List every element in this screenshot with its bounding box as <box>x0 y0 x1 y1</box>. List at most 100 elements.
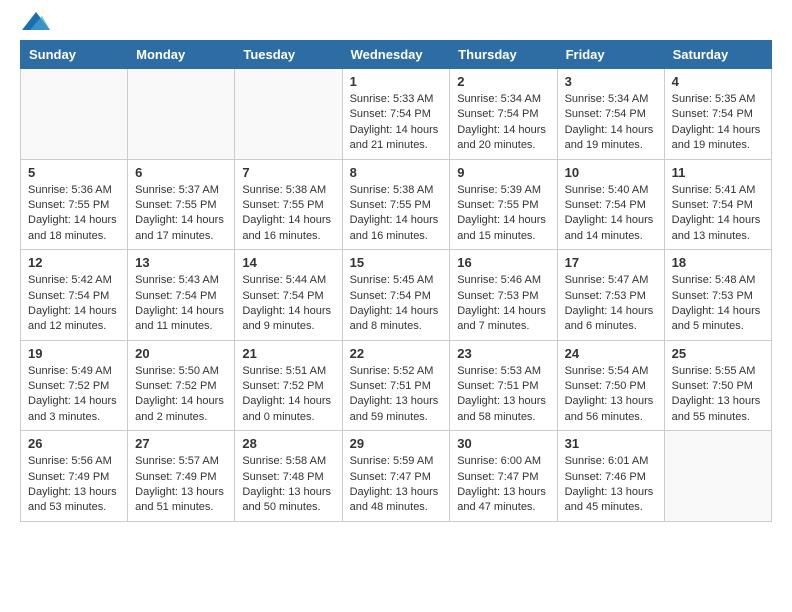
calendar-cell: 3 Sunrise: 5:34 AM Sunset: 7:54 PM Daylig… <box>557 69 664 160</box>
calendar-cell: 9Sunrise: 5:39 AM Sunset: 7:55 PM Daylig… <box>450 159 557 250</box>
calendar-cell: 22 Sunrise: 5:52 AM Sunset: 7:51 PM Dayli… <box>342 340 450 431</box>
day-info: Sunrise: 5:34 AM Sunset: 7:54 PM Dayligh… <box>565 92 657 154</box>
calendar-table: SundayMondayTuesdayWednesdayThursdayFrid… <box>20 40 772 522</box>
day-number: 24 <box>565 346 657 361</box>
day-number: 11 <box>672 165 764 180</box>
calendar-cell: 8 Sunrise: 5:38 AM Sunset: 7:55 PM Daylig… <box>342 159 450 250</box>
page-header <box>20 20 772 30</box>
day-number: 5 <box>28 165 120 180</box>
day-number: 20 <box>135 346 227 361</box>
calendar-cell: 30 Sunrise: 6:00 AM Sunset: 7:47 PM Dayli… <box>450 431 557 522</box>
day-info: Sunrise: 5:53 AM Sunset: 7:51 PM Dayligh… <box>457 364 549 426</box>
week-row-5: 26 Sunrise: 5:56 AM Sunset: 7:49 PM Dayli… <box>21 431 772 522</box>
day-header-wednesday: Wednesday <box>342 41 450 69</box>
day-number: 31 <box>565 436 657 451</box>
calendar-cell: 11 Sunrise: 5:41 AM Sunset: 7:54 PM Dayli… <box>664 159 771 250</box>
calendar-cell: 15 Sunrise: 5:45 AM Sunset: 7:54 PM Dayli… <box>342 250 450 341</box>
day-number: 4 <box>672 74 764 89</box>
calendar-cell: 29 Sunrise: 5:59 AM Sunset: 7:47 PM Dayli… <box>342 431 450 522</box>
calendar-cell: 25Sunrise: 5:55 AM Sunset: 7:50 PM Dayli… <box>664 340 771 431</box>
day-info: Sunrise: 5:41 AM Sunset: 7:54 PM Dayligh… <box>672 183 764 245</box>
day-header-friday: Friday <box>557 41 664 69</box>
calendar-cell: 20 Sunrise: 5:50 AM Sunset: 7:52 PM Dayli… <box>128 340 235 431</box>
day-number: 30 <box>457 436 549 451</box>
calendar-cell: 5Sunrise: 5:36 AM Sunset: 7:55 PM Daylig… <box>21 159 128 250</box>
calendar-cell: 4 Sunrise: 5:35 AM Sunset: 7:54 PM Daylig… <box>664 69 771 160</box>
day-number: 15 <box>350 255 443 270</box>
day-info: Sunrise: 5:38 AM Sunset: 7:55 PM Dayligh… <box>242 183 334 245</box>
day-info: Sunrise: 5:56 AM Sunset: 7:49 PM Dayligh… <box>28 454 120 516</box>
day-number: 18 <box>672 255 764 270</box>
day-info: Sunrise: 6:00 AM Sunset: 7:47 PM Dayligh… <box>457 454 549 516</box>
day-info: Sunrise: 5:59 AM Sunset: 7:47 PM Dayligh… <box>350 454 443 516</box>
day-info: Sunrise: 5:35 AM Sunset: 7:54 PM Dayligh… <box>672 92 764 154</box>
calendar-cell: 14 Sunrise: 5:44 AM Sunset: 7:54 PM Dayli… <box>235 250 342 341</box>
day-number: 2 <box>457 74 549 89</box>
day-info: Sunrise: 5:37 AM Sunset: 7:55 PM Dayligh… <box>135 183 227 245</box>
day-header-thursday: Thursday <box>450 41 557 69</box>
day-number: 7 <box>242 165 334 180</box>
calendar-cell: 2 Sunrise: 5:34 AM Sunset: 7:54 PM Daylig… <box>450 69 557 160</box>
calendar-cell: 19 Sunrise: 5:49 AM Sunset: 7:52 PM Dayli… <box>21 340 128 431</box>
day-number: 16 <box>457 255 549 270</box>
day-number: 8 <box>350 165 443 180</box>
logo-icon <box>22 12 50 30</box>
day-info: Sunrise: 5:42 AM Sunset: 7:54 PM Dayligh… <box>28 273 120 335</box>
day-info: Sunrise: 5:43 AM Sunset: 7:54 PM Dayligh… <box>135 273 227 335</box>
calendar-cell <box>128 69 235 160</box>
calendar-cell: 7 Sunrise: 5:38 AM Sunset: 7:55 PM Daylig… <box>235 159 342 250</box>
day-info: Sunrise: 5:46 AM Sunset: 7:53 PM Dayligh… <box>457 273 549 335</box>
day-info: Sunrise: 5:45 AM Sunset: 7:54 PM Dayligh… <box>350 273 443 335</box>
day-header-tuesday: Tuesday <box>235 41 342 69</box>
day-info: Sunrise: 5:33 AM Sunset: 7:54 PM Dayligh… <box>350 92 443 154</box>
day-number: 22 <box>350 346 443 361</box>
day-info: Sunrise: 5:50 AM Sunset: 7:52 PM Dayligh… <box>135 364 227 426</box>
calendar-header-row: SundayMondayTuesdayWednesdayThursdayFrid… <box>21 41 772 69</box>
day-number: 14 <box>242 255 334 270</box>
calendar-cell: 23 Sunrise: 5:53 AM Sunset: 7:51 PM Dayli… <box>450 340 557 431</box>
day-info: Sunrise: 5:51 AM Sunset: 7:52 PM Dayligh… <box>242 364 334 426</box>
week-row-1: 1 Sunrise: 5:33 AM Sunset: 7:54 PM Daylig… <box>21 69 772 160</box>
day-number: 29 <box>350 436 443 451</box>
calendar-cell <box>664 431 771 522</box>
calendar-cell: 17 Sunrise: 5:47 AM Sunset: 7:53 PM Dayli… <box>557 250 664 341</box>
day-info: Sunrise: 5:38 AM Sunset: 7:55 PM Dayligh… <box>350 183 443 245</box>
calendar-cell: 10Sunrise: 5:40 AM Sunset: 7:54 PM Dayli… <box>557 159 664 250</box>
day-info: Sunrise: 5:39 AM Sunset: 7:55 PM Dayligh… <box>457 183 549 245</box>
day-number: 19 <box>28 346 120 361</box>
day-number: 3 <box>565 74 657 89</box>
calendar-cell: 13 Sunrise: 5:43 AM Sunset: 7:54 PM Dayli… <box>128 250 235 341</box>
week-row-4: 19 Sunrise: 5:49 AM Sunset: 7:52 PM Dayli… <box>21 340 772 431</box>
week-row-2: 5Sunrise: 5:36 AM Sunset: 7:55 PM Daylig… <box>21 159 772 250</box>
day-info: Sunrise: 5:40 AM Sunset: 7:54 PM Dayligh… <box>565 183 657 245</box>
day-number: 21 <box>242 346 334 361</box>
day-number: 23 <box>457 346 549 361</box>
day-number: 28 <box>242 436 334 451</box>
day-info: Sunrise: 5:34 AM Sunset: 7:54 PM Dayligh… <box>457 92 549 154</box>
day-header-monday: Monday <box>128 41 235 69</box>
day-info: Sunrise: 5:52 AM Sunset: 7:51 PM Dayligh… <box>350 364 443 426</box>
week-row-3: 12 Sunrise: 5:42 AM Sunset: 7:54 PM Dayli… <box>21 250 772 341</box>
calendar-cell: 31Sunrise: 6:01 AM Sunset: 7:46 PM Dayli… <box>557 431 664 522</box>
day-header-saturday: Saturday <box>664 41 771 69</box>
calendar-cell: 24 Sunrise: 5:54 AM Sunset: 7:50 PM Dayli… <box>557 340 664 431</box>
day-info: Sunrise: 5:49 AM Sunset: 7:52 PM Dayligh… <box>28 364 120 426</box>
day-info: Sunrise: 5:44 AM Sunset: 7:54 PM Dayligh… <box>242 273 334 335</box>
calendar-cell: 26 Sunrise: 5:56 AM Sunset: 7:49 PM Dayli… <box>21 431 128 522</box>
calendar-cell: 6Sunrise: 5:37 AM Sunset: 7:55 PM Daylig… <box>128 159 235 250</box>
day-info: Sunrise: 5:55 AM Sunset: 7:50 PM Dayligh… <box>672 364 764 426</box>
day-info: Sunrise: 5:54 AM Sunset: 7:50 PM Dayligh… <box>565 364 657 426</box>
calendar-cell <box>235 69 342 160</box>
day-info: Sunrise: 5:58 AM Sunset: 7:48 PM Dayligh… <box>242 454 334 516</box>
day-number: 27 <box>135 436 227 451</box>
day-number: 26 <box>28 436 120 451</box>
day-number: 17 <box>565 255 657 270</box>
day-number: 13 <box>135 255 227 270</box>
calendar-cell: 18 Sunrise: 5:48 AM Sunset: 7:53 PM Dayli… <box>664 250 771 341</box>
day-header-sunday: Sunday <box>21 41 128 69</box>
day-info: Sunrise: 5:47 AM Sunset: 7:53 PM Dayligh… <box>565 273 657 335</box>
day-number: 12 <box>28 255 120 270</box>
day-info: Sunrise: 5:48 AM Sunset: 7:53 PM Dayligh… <box>672 273 764 335</box>
calendar-cell: 27Sunrise: 5:57 AM Sunset: 7:49 PM Dayli… <box>128 431 235 522</box>
day-number: 1 <box>350 74 443 89</box>
